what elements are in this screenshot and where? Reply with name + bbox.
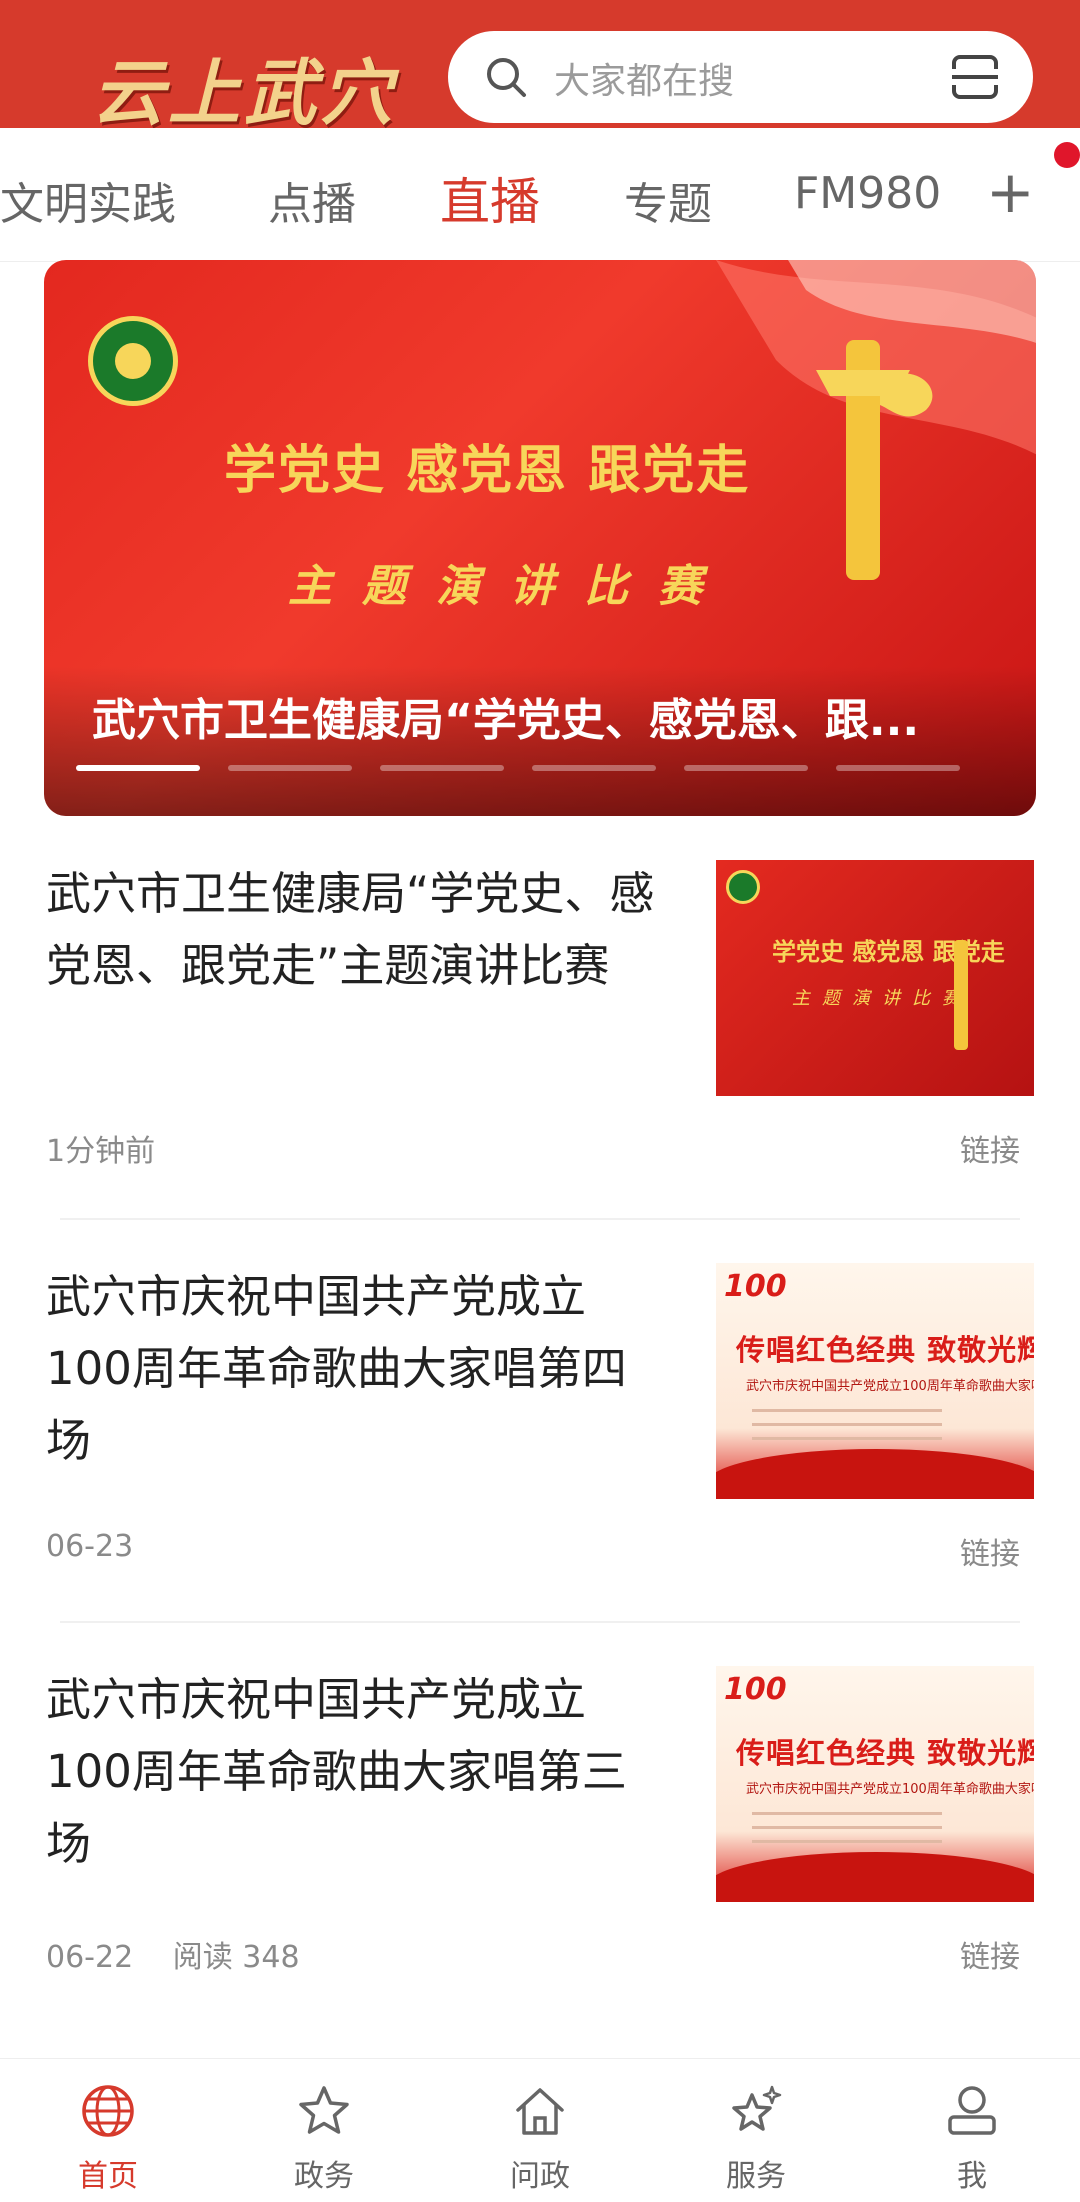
column-decoration	[954, 940, 968, 1050]
app-logo: 云上武穴	[92, 50, 397, 135]
app-header: 云上武穴 大家都在搜	[0, 0, 1080, 135]
list-item[interactable]: 武穴市庆祝中国共产党成立100周年革命歌曲大家唱第三场 100 传唱红色经典 致…	[0, 1632, 1080, 2034]
article-time: 1分钟前	[46, 1134, 156, 1169]
nav-item-home[interactable]: 首页	[0, 2059, 216, 2202]
carousel-dot[interactable]	[684, 765, 808, 771]
carousel-dot[interactable]	[380, 765, 504, 771]
thumbnail-title: 传唱红色经典 致敬光辉百年	[736, 1736, 1034, 1770]
list-item[interactable]: 武穴市庆祝中国共产党成立100周年革命歌曲大家唱第四场 100 传唱红色经典 致…	[0, 1229, 1080, 1631]
article-meta: 06-22 阅读 348	[46, 1932, 330, 1976]
add-channel-button[interactable]: +	[986, 158, 1035, 226]
thumbnail-subtitle: 武穴市庆祝中国共产党成立100周年革命歌曲大家唱	[746, 1379, 1034, 1394]
text-line-decoration	[752, 1812, 942, 1815]
scan-icon[interactable]	[950, 53, 1000, 101]
thumbnail-title: 传唱红色经典 致敬光辉百年	[736, 1333, 1034, 1367]
nav-label: 我	[957, 2159, 987, 2194]
text-line-decoration	[752, 1840, 942, 1843]
globe-icon	[82, 2085, 134, 2137]
nav-item-fuwu[interactable]: 服务	[648, 2059, 864, 2202]
carousel-dot[interactable]	[228, 765, 352, 771]
article-thumbnail[interactable]: 学党史 感党恩 跟党走 主题演讲比赛	[716, 860, 1034, 1096]
article-link[interactable]: 链接	[960, 1126, 1020, 1170]
nav-label: 问政	[510, 2159, 570, 2194]
list-divider	[60, 1621, 1020, 1623]
carousel-dot[interactable]	[76, 765, 200, 771]
thumbnail-subtitle: 主题演讲比赛	[792, 988, 972, 1009]
thumbnail-image: 学党史 感党恩 跟党走 主题演讲比赛	[716, 860, 1034, 1096]
carousel-dot[interactable]	[532, 765, 656, 771]
bottom-nav: 首页 政务 问政 服务 我	[0, 2058, 1080, 2202]
nav-label: 服务	[726, 2159, 786, 2194]
tab-zhibo[interactable]: 直播	[440, 162, 540, 234]
list-divider	[60, 1218, 1020, 1220]
nav-item-zhengwu[interactable]: 政务	[216, 2059, 432, 2202]
banner-caption: 武穴市卫生健康局“学党史、感党恩、跟...	[92, 695, 920, 746]
thumbnail-badge: 100	[724, 1672, 787, 1707]
ribbon-decoration	[716, 1852, 1034, 1902]
article-meta: 06-23	[46, 1529, 163, 1564]
nav-item-wenzheng[interactable]: 问政	[432, 2059, 648, 2202]
tab-wenming-shijian[interactable]: 文明实践	[0, 168, 176, 232]
article-title[interactable]: 武穴市庆祝中国共产党成立100周年革命歌曲大家唱第四场	[46, 1261, 666, 1477]
search-bar[interactable]: 大家都在搜	[448, 31, 1033, 123]
person-icon	[948, 2086, 996, 2135]
tab-dianbo[interactable]: 点播	[268, 168, 356, 232]
nav-item-me[interactable]: 我	[864, 2059, 1080, 2202]
star-icon	[299, 2086, 349, 2134]
article-title[interactable]: 武穴市卫生健康局“学党史、感党恩、跟党走”主题演讲比赛	[46, 858, 666, 1002]
emblem-icon	[726, 870, 760, 904]
article-link[interactable]: 链接	[960, 1932, 1020, 1976]
article-thumbnail[interactable]: 100 传唱红色经典 致敬光辉百年 武穴市庆祝中国共产党成立100周年革命歌曲大…	[716, 1263, 1034, 1499]
article-time: 06-23	[46, 1529, 134, 1564]
thumbnail-badge: 100	[724, 1269, 787, 1304]
article-thumbnail[interactable]: 100 传唱红色经典 致敬光辉百年 武穴市庆祝中国共产党成立100周年革命歌曲大…	[716, 1666, 1034, 1902]
channel-tabs: 文明实践 点播 直播 专题 FM980 +	[0, 128, 1080, 262]
article-link[interactable]: 链接	[960, 1529, 1020, 1573]
list-item[interactable]: 武穴市卫生健康局“学党史、感党恩、跟党走”主题演讲比赛 学党史 感党恩 跟党走 …	[0, 826, 1080, 1228]
text-line-decoration	[752, 1409, 942, 1412]
notification-dot	[1054, 142, 1080, 168]
article-reads: 阅读 348	[172, 1940, 300, 1975]
nav-label: 首页	[78, 2159, 138, 2194]
tab-zhuanti[interactable]: 专题	[624, 168, 712, 232]
hero-banner[interactable]: 学党史 感党恩 跟党走 主题演讲比赛 武穴市卫生健康局“学党史、感党恩、跟...	[44, 260, 1036, 816]
emblem-icon	[88, 316, 178, 406]
thumbnail-image: 100 传唱红色经典 致敬光辉百年 武穴市庆祝中国共产党成立100周年革命歌曲大…	[716, 1263, 1034, 1499]
sparkle-star-icon	[732, 2085, 782, 2131]
thumbnail-title: 学党史 感党恩 跟党走	[772, 937, 1005, 966]
article-title[interactable]: 武穴市庆祝中国共产党成立100周年革命歌曲大家唱第三场	[46, 1664, 666, 1880]
text-line-decoration	[752, 1423, 942, 1426]
ribbon-decoration	[716, 1449, 1034, 1499]
search-placeholder: 大家都在搜	[554, 61, 735, 102]
article-meta: 1分钟前	[46, 1126, 185, 1170]
carousel-dot[interactable]	[836, 765, 960, 771]
article-time: 06-22	[46, 1940, 134, 1975]
thumbnail-subtitle: 武穴市庆祝中国共产党成立100周年革命歌曲大家唱	[746, 1782, 1034, 1797]
search-icon	[487, 58, 526, 97]
thumbnail-image: 100 传唱红色经典 致敬光辉百年 武穴市庆祝中国共产党成立100周年革命歌曲大…	[716, 1666, 1034, 1902]
home-icon	[516, 2088, 564, 2135]
text-line-decoration	[752, 1826, 942, 1829]
nav-label: 政务	[294, 2159, 354, 2194]
tab-fm980[interactable]: FM980	[794, 168, 941, 219]
text-line-decoration	[752, 1437, 942, 1440]
banner-subtitle: 主题演讲比赛	[288, 561, 732, 612]
banner-title: 学党史 感党恩 跟党走	[224, 440, 751, 501]
